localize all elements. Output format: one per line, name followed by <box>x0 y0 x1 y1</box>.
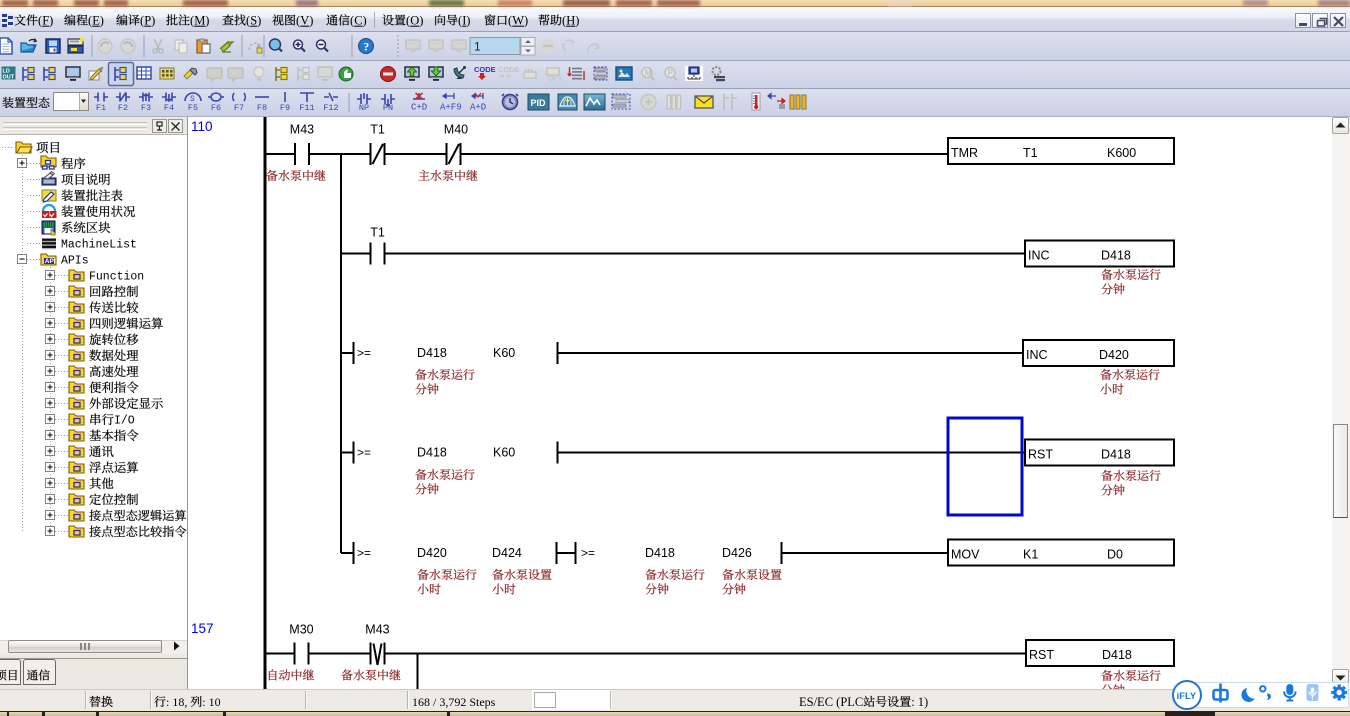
svg-text:>=: >= <box>357 446 371 460</box>
svg-text:K1: K1 <box>1023 548 1038 562</box>
svg-text:?: ? <box>363 40 369 54</box>
svg-text:F11: F11 <box>299 103 314 113</box>
svg-text:>=: >= <box>357 346 371 360</box>
svg-text:M43: M43 <box>290 123 314 137</box>
svg-text:K60: K60 <box>493 446 515 460</box>
svg-text:MOV: MOV <box>951 548 980 562</box>
svg-text:H: H <box>566 14 575 28</box>
svg-text:MachineList: MachineList <box>61 239 137 252</box>
svg-text:OUT: OUT <box>3 75 15 81</box>
svg-text:PN: PN <box>383 103 393 113</box>
svg-text:RST: RST <box>1029 648 1054 662</box>
svg-text:D420: D420 <box>1099 348 1129 362</box>
svg-text:): ) <box>49 14 53 28</box>
svg-text:110: 110 <box>191 119 213 134</box>
svg-text:F2: F2 <box>118 103 128 113</box>
svg-text:T1: T1 <box>370 123 385 137</box>
svg-text:): ) <box>524 14 528 28</box>
svg-text:OIOI: OIOI <box>548 76 562 83</box>
svg-text:>=: >= <box>357 546 371 560</box>
svg-text:A+D: A+D <box>470 103 486 113</box>
svg-text:D418: D418 <box>417 446 447 460</box>
svg-text:W: W <box>512 14 524 28</box>
svg-text:F4: F4 <box>164 103 174 113</box>
svg-text:T1: T1 <box>1023 146 1038 160</box>
svg-text:D418: D418 <box>417 346 447 360</box>
svg-text:API: API <box>45 258 56 265</box>
svg-text:): ) <box>100 14 104 28</box>
svg-text:): ) <box>151 14 155 28</box>
svg-text:INC: INC <box>1026 348 1048 362</box>
svg-text:F8: F8 <box>257 103 267 113</box>
svg-text:C+D: C+D <box>411 103 427 113</box>
svg-text:O: O <box>410 14 419 28</box>
svg-text:F3: F3 <box>141 103 151 113</box>
svg-text:): ) <box>257 14 261 28</box>
svg-text:): ) <box>466 14 470 28</box>
svg-text:D418: D418 <box>1102 648 1132 662</box>
svg-text:F5: F5 <box>188 103 198 113</box>
svg-text:F1: F1 <box>96 103 106 113</box>
svg-text:V: V <box>300 14 309 28</box>
svg-text:D420: D420 <box>417 546 447 560</box>
svg-text:P: P <box>668 69 674 78</box>
svg-text:A+F9: A+F9 <box>440 103 462 113</box>
svg-text:: 10: : 10 <box>202 695 220 709</box>
svg-text:NP: NP <box>359 103 369 113</box>
svg-text:168 / 3,792 Steps: 168 / 3,792 Steps <box>412 695 496 709</box>
svg-text:INC: INC <box>1028 249 1050 263</box>
svg-text:F7: F7 <box>234 103 244 113</box>
svg-text:M: M <box>194 14 205 28</box>
svg-text:>=: >= <box>581 546 595 560</box>
svg-text:F9: F9 <box>280 103 290 113</box>
svg-text:M: M <box>645 69 652 78</box>
svg-text:F12: F12 <box>323 103 338 113</box>
svg-text:CODE: CODE <box>474 65 496 74</box>
svg-text:157: 157 <box>191 621 214 636</box>
svg-text:iFLY: iFLY <box>1177 691 1197 702</box>
svg-text:D0: D0 <box>1107 548 1123 562</box>
svg-text:1: 1 <box>474 40 481 54</box>
svg-text:K600: K600 <box>1107 146 1136 160</box>
svg-text:Function: Function <box>89 271 144 284</box>
svg-text:): ) <box>205 14 209 28</box>
svg-text:): ) <box>419 14 423 28</box>
svg-text:): ) <box>575 14 579 28</box>
svg-text:M40: M40 <box>444 123 468 137</box>
svg-text:): ) <box>363 14 367 28</box>
svg-text:T1: T1 <box>370 226 385 240</box>
svg-text:K60: K60 <box>493 346 515 360</box>
svg-text:: 1): : 1) <box>911 695 928 709</box>
svg-text:F6: F6 <box>211 103 221 113</box>
svg-text:D418: D418 <box>645 546 675 560</box>
svg-text:D426: D426 <box>722 546 752 560</box>
svg-text:APIs: APIs <box>61 255 89 268</box>
svg-text:): ) <box>309 14 313 28</box>
svg-text:D418: D418 <box>1101 448 1131 462</box>
svg-text:CODE: CODE <box>498 65 520 74</box>
svg-text:ES/EC (PLC: ES/EC (PLC <box>799 695 863 709</box>
svg-text:M43: M43 <box>365 623 389 637</box>
svg-text:M30: M30 <box>289 623 313 637</box>
svg-text:C: C <box>354 14 362 28</box>
svg-text:D418: D418 <box>1101 249 1131 263</box>
svg-text:: 18,: : 18, <box>166 695 187 709</box>
svg-text:PID: PID <box>531 98 547 108</box>
svg-text:TMR: TMR <box>951 146 978 160</box>
svg-text:I/O: I/O <box>114 415 135 428</box>
svg-text:RST: RST <box>1028 448 1053 462</box>
svg-text:D424: D424 <box>492 546 522 560</box>
